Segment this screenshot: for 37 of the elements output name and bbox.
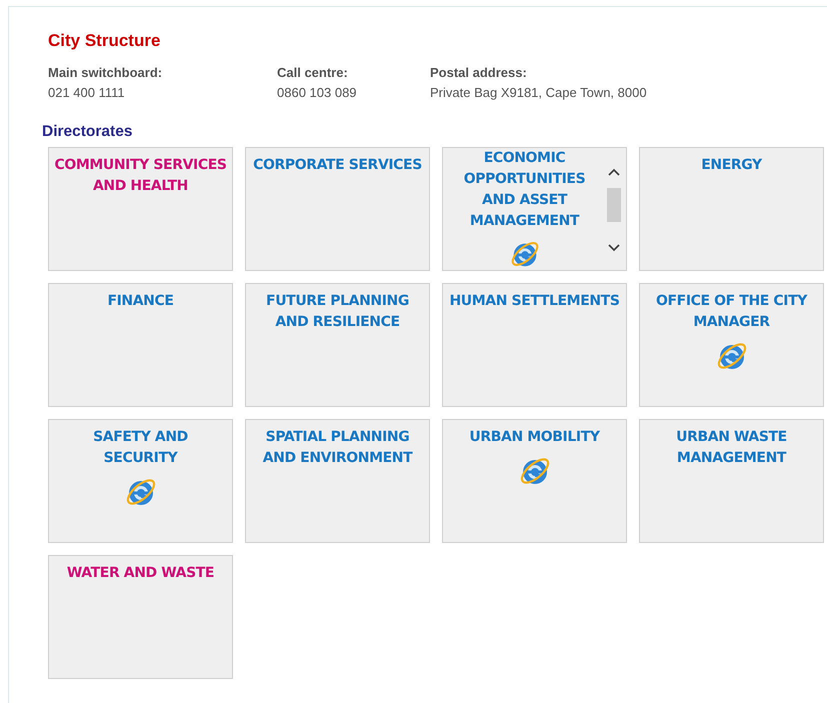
directorate-name: ECONOMIC OPPORTUNITIES AND ASSET MANAGEMENT bbox=[462, 149, 586, 231]
directorate-name: URBAN WASTE MANAGEMENT bbox=[675, 428, 788, 468]
directorate-tile[interactable]: URBAN MOBILITY bbox=[442, 419, 627, 543]
directorate-name: ENERGY bbox=[701, 156, 762, 175]
directorate-name: URBAN MOBILITY bbox=[469, 428, 600, 447]
scroll-thumb[interactable] bbox=[607, 188, 621, 222]
directorate-tile[interactable]: SPATIAL PLANNING AND ENVIRONMENT bbox=[245, 419, 430, 543]
scroll-down-icon[interactable] bbox=[608, 244, 620, 252]
directorate-name: FUTURE PLANNING AND RESILIENCE bbox=[265, 292, 410, 332]
contact-value: 021 400 1111 bbox=[48, 85, 126, 100]
contact-value: Private Bag X9181, Cape Town, 8000 bbox=[430, 85, 647, 100]
directorate-tile[interactable]: FINANCE bbox=[48, 283, 233, 407]
section-heading: Directorates bbox=[42, 123, 134, 141]
directorate-tile[interactable]: ECONOMIC OPPORTUNITIES AND ASSET MANAGEMENT bbox=[442, 147, 627, 271]
page-title: City Structure bbox=[48, 31, 162, 51]
contact-value: 0860 103 089 bbox=[277, 85, 358, 100]
directorate-name: OFFICE OF THE CITY MANAGER bbox=[655, 292, 808, 332]
directorate-tile[interactable]: FUTURE PLANNING AND RESILIENCE bbox=[245, 283, 430, 407]
directorate-tile[interactable]: OFFICE OF THE CITY MANAGER bbox=[639, 283, 824, 407]
directorate-name: COMMUNITY SERVICES AND HEALTH bbox=[54, 156, 227, 196]
directorate-tile[interactable]: HUMAN SETTLEMENTS bbox=[442, 283, 627, 407]
directorate-name: SAFETY AND SECURITY bbox=[92, 428, 189, 468]
directorate-name: CORPORATE SERVICES bbox=[253, 156, 422, 175]
contact-label: Call centre: bbox=[277, 65, 349, 80]
directorate-name: SPATIAL PLANNING AND ENVIRONMENT bbox=[262, 428, 414, 468]
contact-label: Postal address: bbox=[430, 65, 528, 80]
directorate-tile[interactable]: ENERGY bbox=[639, 147, 824, 271]
directorate-tile[interactable]: SAFETY AND SECURITY bbox=[48, 419, 233, 543]
directorate-name: FINANCE bbox=[107, 292, 174, 311]
directorate-name: HUMAN SETTLEMENTS bbox=[449, 292, 620, 311]
scroll-up-icon[interactable] bbox=[608, 168, 620, 176]
directorate-tile[interactable]: COMMUNITY SERVICES AND HEALTH bbox=[48, 147, 233, 271]
directorate-tile[interactable]: CORPORATE SERVICES bbox=[245, 147, 430, 271]
directorate-tile[interactable]: URBAN WASTE MANAGEMENT bbox=[639, 419, 824, 543]
contact-label: Main switchboard: bbox=[48, 65, 164, 80]
directorate-tile[interactable]: WATER AND WASTE bbox=[48, 555, 233, 679]
directorate-name: WATER AND WASTE bbox=[66, 564, 214, 583]
